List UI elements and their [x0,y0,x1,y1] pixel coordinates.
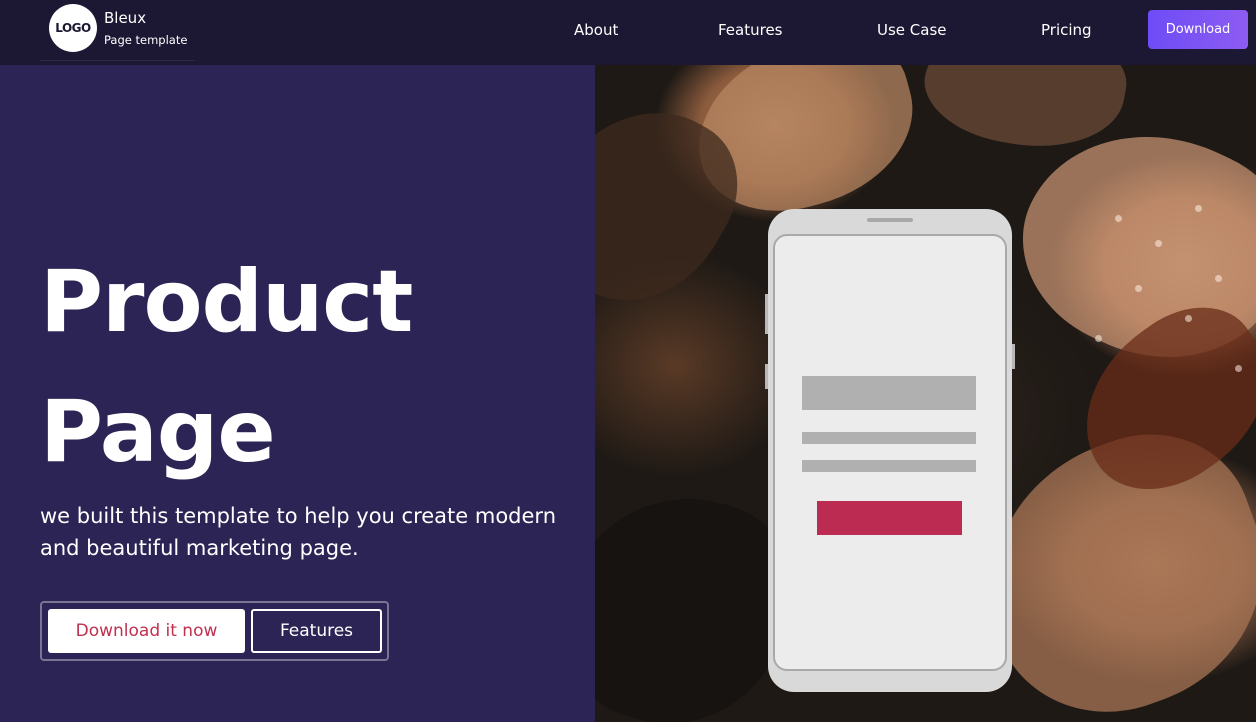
hero-title: Product Page [40,237,413,497]
water-drop [1195,205,1202,212]
nav-link-features[interactable]: Features [718,21,783,39]
nav-download-button[interactable]: Download [1148,10,1248,49]
placeholder-text-line [802,460,976,472]
placeholder-cta-button [817,501,962,535]
brand-subtitle: Page template [104,33,188,47]
placeholder-heading-block [802,376,976,410]
water-drop [1135,285,1142,292]
nav-link-pricing[interactable]: Pricing [1041,21,1092,39]
download-it-now-button[interactable]: Download it now [48,609,245,653]
phone-side-button [765,294,768,334]
hero-title-line-1: Product [40,252,413,352]
brand-name: Bleux [104,9,147,27]
water-drop [1215,275,1222,282]
water-drop [1185,315,1192,322]
nav-link-use-case[interactable]: Use Case [877,21,947,39]
water-drop [1095,335,1102,342]
logo: LOGO [49,4,97,52]
phone-side-button [765,364,768,389]
phone-side-button [1012,344,1015,369]
logo-text: LOGO [55,21,91,35]
hero-section: Product Page we built this template to h… [0,65,595,722]
cta-button-group: Download it now Features [40,601,389,661]
nav-link-about[interactable]: About [574,21,618,39]
features-button[interactable]: Features [251,609,382,653]
water-drop [1155,240,1162,247]
placeholder-text-line [802,432,976,444]
hero-image-autumn-leaves [595,65,1256,722]
phone-screen [773,234,1007,671]
brand[interactable]: LOGO Bleux Page template [40,0,195,61]
phone-speaker [867,218,913,222]
hero-description: we built this template to help you creat… [40,504,557,560]
top-navbar: LOGO Bleux Page template About Features … [0,0,1256,65]
water-drop [1235,365,1242,372]
phone-mockup [765,209,1015,692]
hero-title-line-2: Page [40,382,276,482]
water-drop [1115,215,1122,222]
